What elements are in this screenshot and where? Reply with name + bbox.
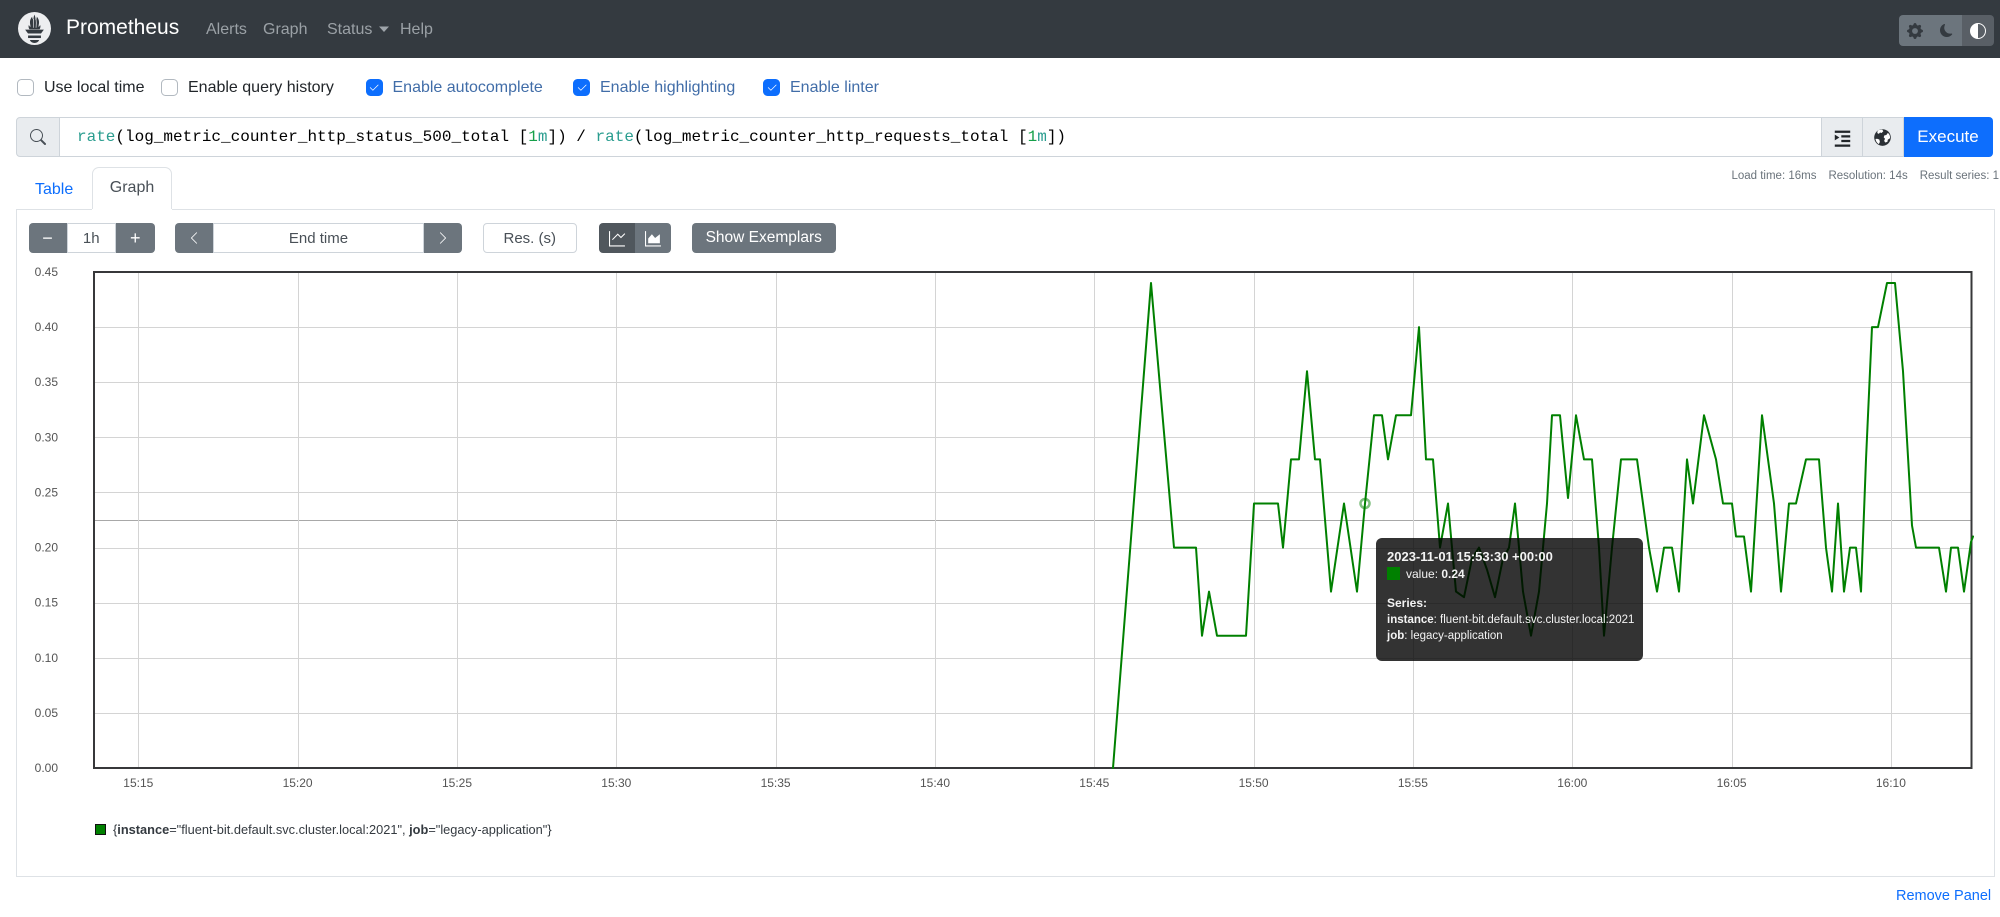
- svg-text:0.25: 0.25: [35, 485, 59, 499]
- svg-text:15:15: 15:15: [123, 776, 153, 790]
- svg-text:16:10: 16:10: [1876, 776, 1906, 790]
- svg-text:15:35: 15:35: [761, 776, 791, 790]
- svg-text:15:30: 15:30: [601, 776, 631, 790]
- svg-text:0.45: 0.45: [35, 265, 59, 279]
- svg-text:0.00: 0.00: [35, 761, 59, 775]
- svg-text:0.20: 0.20: [35, 541, 59, 555]
- svg-text:15:50: 15:50: [1239, 776, 1269, 790]
- svg-text:15:55: 15:55: [1398, 776, 1428, 790]
- svg-text:0.35: 0.35: [35, 375, 59, 389]
- svg-text:0.05: 0.05: [35, 706, 59, 720]
- svg-text:0.30: 0.30: [35, 430, 59, 444]
- svg-text:15:40: 15:40: [920, 776, 950, 790]
- svg-text:0.15: 0.15: [35, 596, 59, 610]
- svg-text:16:00: 16:00: [1557, 776, 1587, 790]
- svg-text:15:45: 15:45: [1079, 776, 1109, 790]
- svg-text:0.40: 0.40: [35, 320, 59, 334]
- svg-text:15:25: 15:25: [442, 776, 472, 790]
- svg-text:16:05: 16:05: [1717, 776, 1747, 790]
- svg-text:0.10: 0.10: [35, 651, 59, 665]
- svg-text:15:20: 15:20: [283, 776, 313, 790]
